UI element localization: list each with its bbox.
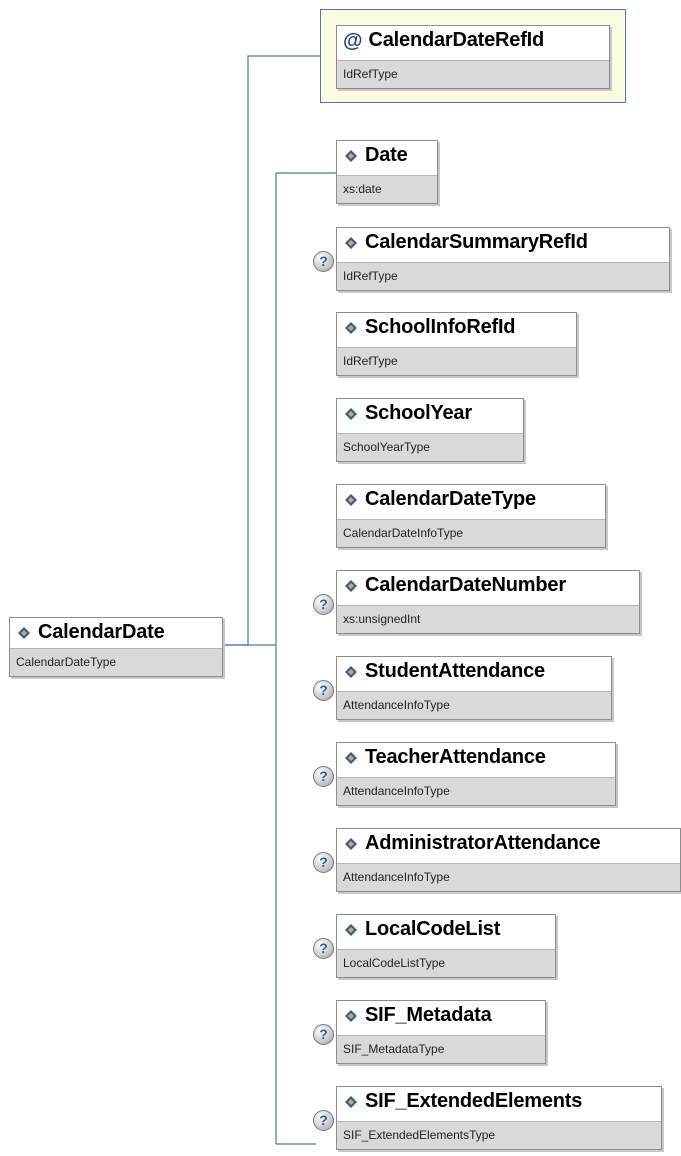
- child-name-row: TeacherAttendance: [337, 743, 615, 772]
- optional-question-icon: ?: [313, 1024, 334, 1045]
- child-name-row: LocalCodeList: [337, 915, 555, 944]
- element-icon: [345, 837, 357, 850]
- child-element-name: Date: [365, 144, 408, 166]
- child-element-type: AttendanceInfoType: [337, 777, 615, 805]
- child-element-type: xs:date: [337, 175, 437, 203]
- child-element-node[interactable]: TeacherAttendance AttendanceInfoType: [336, 742, 616, 806]
- attribute-node[interactable]: @ CalendarDateRefId IdRefType: [336, 25, 610, 89]
- child-element-type: IdRefType: [337, 262, 669, 290]
- element-icon: [345, 1009, 357, 1022]
- optional-question-icon: ?: [313, 766, 334, 787]
- element-icon: [345, 923, 357, 936]
- child-element-type: SIF_MetadataType: [337, 1035, 545, 1063]
- root-element-name: CalendarDate: [38, 621, 165, 643]
- child-name-row: SIF_ExtendedElements: [337, 1087, 661, 1116]
- child-name-row: AdministratorAttendance: [337, 829, 680, 858]
- child-element-node[interactable]: CalendarSummaryRefId IdRefType: [336, 227, 670, 291]
- root-name-row: CalendarDate: [10, 618, 222, 647]
- child-element-node[interactable]: LocalCodeList LocalCodeListType: [336, 914, 556, 978]
- root-element-node[interactable]: CalendarDate CalendarDateType: [9, 617, 223, 677]
- child-element-node[interactable]: SIF_Metadata SIF_MetadataType: [336, 1000, 546, 1064]
- child-element-type: AttendanceInfoType: [337, 691, 611, 719]
- child-element-name: LocalCodeList: [365, 918, 501, 940]
- child-element-type: SchoolYearType: [337, 433, 523, 461]
- child-element-name: TeacherAttendance: [365, 746, 546, 768]
- child-element-node[interactable]: AdministratorAttendance AttendanceInfoTyp…: [336, 828, 681, 892]
- element-icon: [345, 321, 357, 334]
- element-icon: [18, 626, 30, 639]
- child-element-node[interactable]: CalendarDateNumber xs:unsignedInt: [336, 570, 640, 634]
- child-element-node[interactable]: SchoolInfoRefId IdRefType: [336, 312, 577, 376]
- child-name-row: SchoolInfoRefId: [337, 313, 576, 342]
- root-element-type: CalendarDateType: [10, 648, 222, 676]
- element-icon: [345, 149, 357, 162]
- child-element-node[interactable]: StudentAttendance AttendanceInfoType: [336, 656, 612, 720]
- optional-question-icon: ?: [313, 680, 334, 701]
- element-icon: [345, 751, 357, 764]
- optional-question-icon: ?: [313, 852, 334, 873]
- child-element-name: CalendarDateNumber: [365, 574, 566, 596]
- child-element-name: StudentAttendance: [365, 660, 545, 682]
- optional-question-icon: ?: [313, 251, 334, 272]
- element-icon: [345, 407, 357, 420]
- child-name-row: CalendarDateNumber: [337, 571, 639, 600]
- child-element-name: SIF_Metadata: [365, 1004, 492, 1026]
- optional-question-icon: ?: [313, 594, 334, 615]
- child-element-name: CalendarSummaryRefId: [365, 231, 588, 253]
- element-icon: [345, 493, 357, 506]
- attribute-name-row: @ CalendarDateRefId: [337, 26, 609, 55]
- attribute-name: CalendarDateRefId: [368, 29, 545, 51]
- child-name-row: SIF_Metadata: [337, 1001, 545, 1030]
- child-element-type: AttendanceInfoType: [337, 863, 680, 891]
- attribute-type: IdRefType: [337, 60, 609, 88]
- child-name-row: SchoolYear: [337, 399, 523, 428]
- child-name-row: CalendarSummaryRefId: [337, 228, 669, 257]
- attribute-at-icon: @: [343, 29, 363, 52]
- element-icon: [345, 236, 357, 249]
- child-element-type: xs:unsignedInt: [337, 605, 639, 633]
- child-element-type: SIF_ExtendedElementsType: [337, 1121, 661, 1149]
- child-element-type: CalendarDateInfoType: [337, 519, 605, 547]
- child-element-node[interactable]: Date xs:date: [336, 140, 438, 204]
- child-element-node[interactable]: CalendarDateType CalendarDateInfoType: [336, 484, 606, 548]
- element-icon: [345, 1095, 357, 1108]
- child-element-name: SchoolInfoRefId: [365, 316, 516, 338]
- child-name-row: Date: [337, 141, 437, 170]
- child-element-type: LocalCodeListType: [337, 949, 555, 977]
- child-name-row: CalendarDateType: [337, 485, 605, 514]
- child-element-type: IdRefType: [337, 347, 576, 375]
- element-icon: [345, 579, 357, 592]
- child-element-name: AdministratorAttendance: [365, 832, 601, 854]
- child-element-name: SIF_ExtendedElements: [365, 1090, 583, 1112]
- optional-question-icon: ?: [313, 1110, 334, 1131]
- child-element-node[interactable]: SIF_ExtendedElements SIF_ExtendedElements…: [336, 1086, 662, 1150]
- optional-question-icon: ?: [313, 938, 334, 959]
- child-name-row: StudentAttendance: [337, 657, 611, 686]
- child-element-name: SchoolYear: [365, 402, 472, 424]
- child-element-node[interactable]: SchoolYear SchoolYearType: [336, 398, 524, 462]
- child-element-name: CalendarDateType: [365, 488, 536, 510]
- element-icon: [345, 665, 357, 678]
